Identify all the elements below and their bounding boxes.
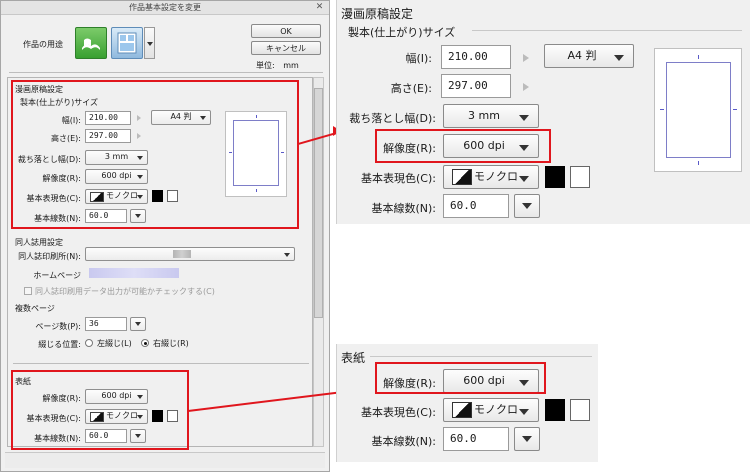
left-binding-label: 左綴じ(L): [97, 339, 132, 348]
white-swatch[interactable]: [570, 399, 590, 421]
divider: [9, 72, 323, 73]
homepage-label: ホームページ: [33, 271, 81, 280]
zoom-lines-field[interactable]: 60.0: [443, 194, 509, 218]
check-output-label: 同人誌印刷用データ出力が可能かチェックする(C): [35, 287, 215, 296]
zoom-manga-title: 漫画原稿設定: [341, 7, 414, 21]
pages-label: ページ数(P):: [35, 322, 81, 331]
preview-tick: [733, 109, 737, 110]
cover-highlight-box: [11, 370, 189, 450]
zoom-lines-dropdown-button[interactable]: [514, 194, 540, 218]
zoom-bleed-label: 裁ち落とし幅(D):: [349, 112, 436, 125]
mono-color-icon: [452, 402, 472, 418]
usage-dropdown-button[interactable]: [144, 27, 155, 59]
binding-label: 綴じる位置:: [38, 340, 81, 349]
comic-icon[interactable]: [111, 27, 143, 59]
close-icon[interactable]: ✕: [314, 2, 325, 13]
right-binding-label: 右綴じ(R): [153, 339, 189, 348]
unit-label: 単位: mm: [256, 61, 299, 70]
dialog-footer: [5, 452, 325, 468]
zoom-cover-resolution-highlight: [375, 362, 546, 394]
cancel-button[interactable]: キャンセル: [251, 41, 321, 55]
black-swatch[interactable]: [545, 399, 565, 421]
check-output-checkbox[interactable]: [24, 287, 32, 295]
settings-dialog: 作品基本設定を変更 ✕ 作品の用途 OK キャンセル 単位: mm 漫画原稿設定…: [0, 0, 330, 472]
zoom-width-label: 幅(I):: [405, 52, 432, 65]
manga-highlight-box: [11, 80, 299, 229]
printer-name-redacted: [173, 250, 191, 258]
zoom-cover-title: 表紙: [341, 351, 366, 365]
mono-color-icon: [452, 169, 472, 185]
zoom-resolution-highlight: [375, 129, 551, 163]
link-arrow-icon: [523, 54, 529, 62]
usage-label: 作品の用途: [23, 40, 63, 49]
left-binding-radio[interactable]: [85, 339, 93, 347]
chevron-down-icon: [147, 42, 153, 46]
zoom-height-field[interactable]: 297.00: [441, 74, 511, 98]
zoom-height-label: 高さ(E):: [390, 82, 432, 95]
zoom-page-preview-rect: [666, 62, 731, 158]
zoom-bleed-dropdown[interactable]: 3 mm: [443, 104, 539, 128]
zoom-color-label: 基本表現色(C):: [361, 172, 436, 185]
preview-tick: [660, 109, 664, 110]
divider: [370, 356, 592, 357]
preview-tick: [698, 55, 699, 59]
book-icon[interactable]: [75, 27, 107, 59]
right-binding-radio[interactable]: [141, 339, 149, 347]
dialog-titlebar: 作品基本設定を変更 ✕: [1, 1, 329, 15]
white-swatch[interactable]: [570, 166, 590, 188]
multipage-section-title: 複数ページ: [15, 304, 55, 313]
ok-button[interactable]: OK: [251, 24, 321, 38]
preview-tick: [698, 161, 699, 165]
doujin-section-title: 同人誌用設定: [15, 238, 63, 247]
zoom-lines-label: 基本線数(N):: [371, 202, 436, 215]
zoom-cover-lines-field[interactable]: 60.0: [443, 427, 509, 451]
pages-dropdown-button[interactable]: [130, 317, 146, 331]
scrollbar-thumb[interactable]: [314, 88, 323, 318]
link-arrow-icon: [523, 83, 529, 91]
printer-label: 同人誌印刷所(N):: [18, 252, 81, 261]
zoom-cover-lines-label: 基本線数(N):: [371, 435, 436, 448]
zoom-cover-color-label: 基本表現色(C):: [361, 406, 436, 419]
homepage-link-redacted[interactable]: [89, 268, 179, 278]
black-swatch[interactable]: [545, 166, 565, 188]
divider: [472, 30, 742, 31]
dialog-title: 作品基本設定を変更: [129, 3, 201, 12]
zoom-width-field[interactable]: 210.00: [441, 45, 511, 69]
pages-field[interactable]: 36: [85, 317, 127, 331]
zoom-paper-size-dropdown[interactable]: A4 判: [544, 44, 634, 68]
divider: [13, 363, 309, 364]
zoom-cover-lines-dropdown-button[interactable]: [514, 427, 540, 451]
zoom-finish-size-title: 製本(仕上がり)サイズ: [348, 26, 456, 39]
